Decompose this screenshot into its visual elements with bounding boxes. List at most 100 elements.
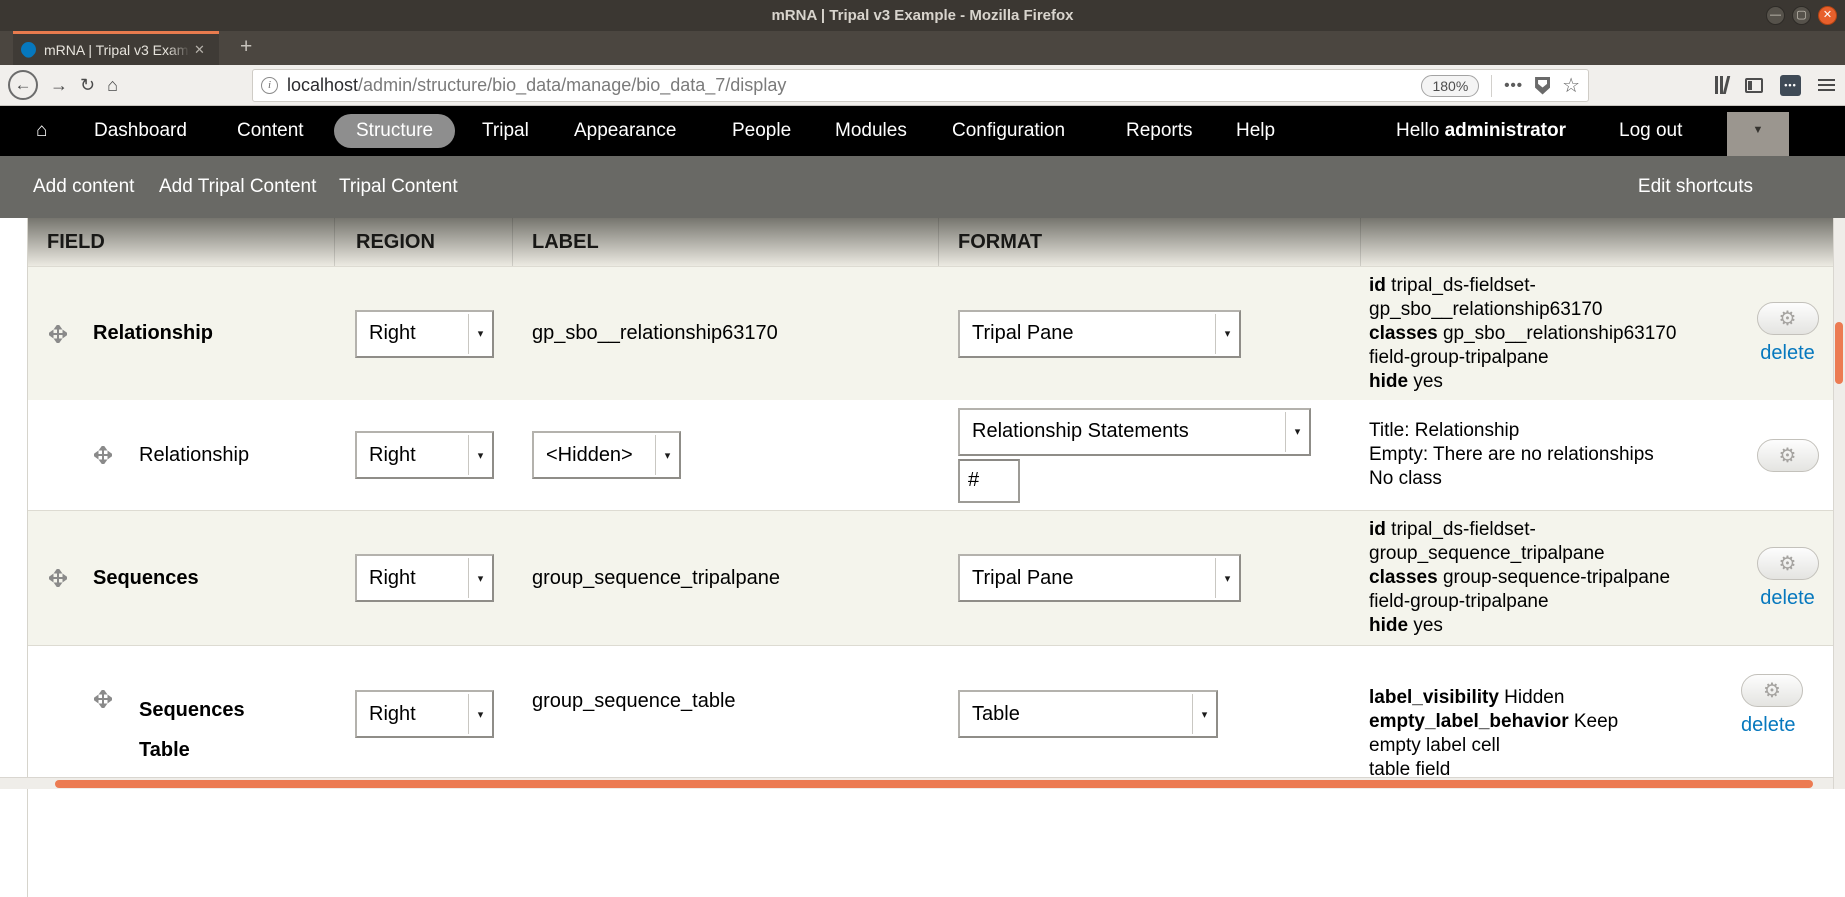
label-text: gp_sbo__relationship63170: [532, 322, 778, 345]
maximize-button[interactable]: ▢: [1792, 6, 1811, 25]
close-button[interactable]: ✕: [1818, 6, 1837, 25]
admin-menu-item-configuration[interactable]: Configuration: [952, 106, 1065, 156]
admin-menu-bar: ⌂ Hello administrator Log out DashboardC…: [0, 106, 1845, 156]
shortcut-link-add-tripal-content[interactable]: Add Tripal Content: [159, 156, 316, 218]
table-row: Relationship Right▾ gp_sbo__relationship63…: [28, 266, 1833, 400]
table-header-row: FIELDREGIONLABELFORMAT: [28, 218, 1833, 266]
summary-line: gp_sbo__relationship63170: [1369, 298, 1602, 322]
chevron-down-icon: ▾: [1285, 412, 1309, 452]
manage-display-table: FIELDREGIONLABELFORMAT Relationship Right…: [27, 218, 1833, 897]
delete-link[interactable]: delete: [1760, 342, 1815, 365]
operations-cell: ⚙: [1741, 400, 1834, 510]
drag-handle-icon[interactable]: [94, 446, 112, 464]
chevron-down-icon: ▾: [1215, 558, 1239, 598]
field-cell: Relationship: [28, 267, 335, 400]
edit-shortcuts-link[interactable]: Edit shortcuts: [1638, 156, 1753, 218]
settings-gear-button[interactable]: ⚙: [1741, 674, 1803, 707]
format-select-value: Tripal Pane: [972, 322, 1102, 345]
home-button[interactable]: ⌂: [107, 75, 118, 96]
region-select[interactable]: Right▾: [355, 554, 494, 602]
admin-menu-item-tripal[interactable]: Tripal: [482, 106, 529, 156]
chevron-down-icon: ▾: [468, 435, 492, 475]
tab-title: mRNA | Tripal v3 Exampl: [44, 42, 190, 58]
admin-menu-item-reports[interactable]: Reports: [1126, 106, 1193, 156]
shortcut-link-tripal-content[interactable]: Tripal Content: [339, 156, 458, 218]
format-select[interactable]: Tripal Pane ▾: [958, 310, 1241, 358]
summary-line: classes gp_sbo__relationship63170: [1369, 322, 1676, 346]
admin-menu-item-content[interactable]: Content: [237, 106, 304, 156]
browser-tab[interactable]: mRNA | Tripal v3 Exampl ✕: [13, 31, 219, 65]
summary-line: hide yes: [1369, 370, 1443, 394]
url-text[interactable]: localhost/admin/structure/bio_data/manag…: [287, 75, 1421, 96]
pocket-shield-icon[interactable]: [1535, 77, 1550, 95]
field-cell: Sequences Table: [28, 646, 335, 897]
delete-link[interactable]: delete: [1760, 587, 1815, 610]
new-tab-button[interactable]: +: [232, 31, 260, 65]
admin-menu-item-appearance[interactable]: Appearance: [574, 106, 676, 156]
format-cell: Tripal Pane▾: [939, 511, 1361, 645]
field-name: Sequences Table: [139, 690, 254, 770]
bookmark-star-icon[interactable]: ☆: [1562, 73, 1580, 98]
admin-menu-item-structure[interactable]: Structure: [334, 114, 455, 148]
drag-handle-icon[interactable]: [49, 325, 67, 343]
logout-link[interactable]: Log out: [1619, 106, 1682, 156]
admin-menu-item-help[interactable]: Help: [1236, 106, 1275, 156]
shortcut-link-add-content[interactable]: Add content: [33, 156, 134, 218]
label-text: group_sequence_tripalpane: [532, 567, 780, 590]
settings-gear-button[interactable]: ⚙: [1757, 302, 1819, 335]
column-header-format: FORMAT: [939, 218, 1361, 266]
region-select[interactable]: Right▾: [355, 310, 494, 358]
label-text: group_sequence_table: [532, 690, 736, 713]
chevron-down-icon: ▾: [1215, 314, 1239, 354]
chevron-down-icon: ▾: [468, 558, 492, 598]
field-cell: Relationship: [28, 400, 335, 510]
admin-menu-item-modules[interactable]: Modules: [835, 106, 907, 156]
region-select-value: Right: [369, 703, 444, 726]
settings-gear-button[interactable]: ⚙: [1757, 439, 1819, 472]
table-row: Relationship Right ▾ <Hidden>▾ Relationship …: [28, 400, 1833, 510]
settings-gear-button[interactable]: ⚙: [1757, 547, 1819, 580]
drag-handle-icon[interactable]: [49, 569, 67, 587]
delete-link[interactable]: delete: [1741, 714, 1796, 737]
window-titlebar: mRNA | Tripal v3 Example - Mozilla Firef…: [0, 0, 1845, 31]
horizontal-scrollbar-thumb[interactable]: [55, 780, 1813, 788]
operations-cell: ⚙ delete: [1741, 646, 1834, 897]
label-cell: gp_sbo__relationship63170: [513, 267, 939, 400]
vertical-scrollbar-track[interactable]: [1833, 218, 1845, 789]
operations-cell: ⚙ delete: [1741, 511, 1834, 645]
region-select-value: Right: [369, 444, 444, 467]
operations-cell: ⚙ delete: [1741, 267, 1834, 400]
tab-close-icon[interactable]: ✕: [194, 42, 205, 58]
summary-line: Empty: There are no relationships: [1369, 443, 1654, 467]
format-select[interactable]: Relationship Statements▾: [958, 408, 1311, 456]
summary-line: empty label cell: [1369, 734, 1500, 758]
format-settings-input[interactable]: #: [958, 459, 1020, 503]
region-select[interactable]: Right ▾: [355, 431, 494, 479]
format-select[interactable]: Table▾: [958, 690, 1218, 738]
admin-menu-item-people[interactable]: People: [732, 106, 791, 156]
region-select[interactable]: Right▾: [355, 690, 494, 738]
page-actions-icon[interactable]: •••: [1504, 77, 1523, 94]
sidebar-icon[interactable]: [1745, 78, 1763, 93]
drag-handle-icon[interactable]: [94, 690, 112, 708]
forward-button[interactable]: →: [50, 75, 68, 96]
admin-home-icon[interactable]: ⌂: [36, 106, 47, 156]
extension-icon[interactable]: •••: [1780, 75, 1801, 96]
summary-line: field-group-tripalpane: [1369, 346, 1549, 370]
region-cell: Right▾: [335, 511, 513, 645]
zoom-level-badge[interactable]: 180%: [1421, 75, 1479, 97]
format-cell: Relationship Statements▾#: [939, 400, 1361, 510]
navigation-toolbar: ← → ↻ ⌂ i localhost/admin/structure/bio_…: [0, 65, 1845, 106]
back-button[interactable]: ←: [8, 70, 38, 100]
admin-menu-item-dashboard[interactable]: Dashboard: [94, 106, 187, 156]
label-select[interactable]: <Hidden>▾: [532, 431, 681, 479]
region-cell: Right▾: [335, 646, 513, 897]
menu-hamburger-icon[interactable]: [1818, 79, 1835, 91]
format-select[interactable]: Tripal Pane▾: [958, 554, 1241, 602]
site-info-icon[interactable]: i: [261, 77, 278, 94]
reload-button[interactable]: ↻: [80, 75, 95, 96]
vertical-scrollbar-thumb[interactable]: [1835, 322, 1843, 384]
url-bar[interactable]: i localhost/admin/structure/bio_data/man…: [252, 69, 1589, 102]
minimize-button[interactable]: —: [1766, 6, 1785, 25]
library-icon[interactable]: [1715, 76, 1728, 94]
